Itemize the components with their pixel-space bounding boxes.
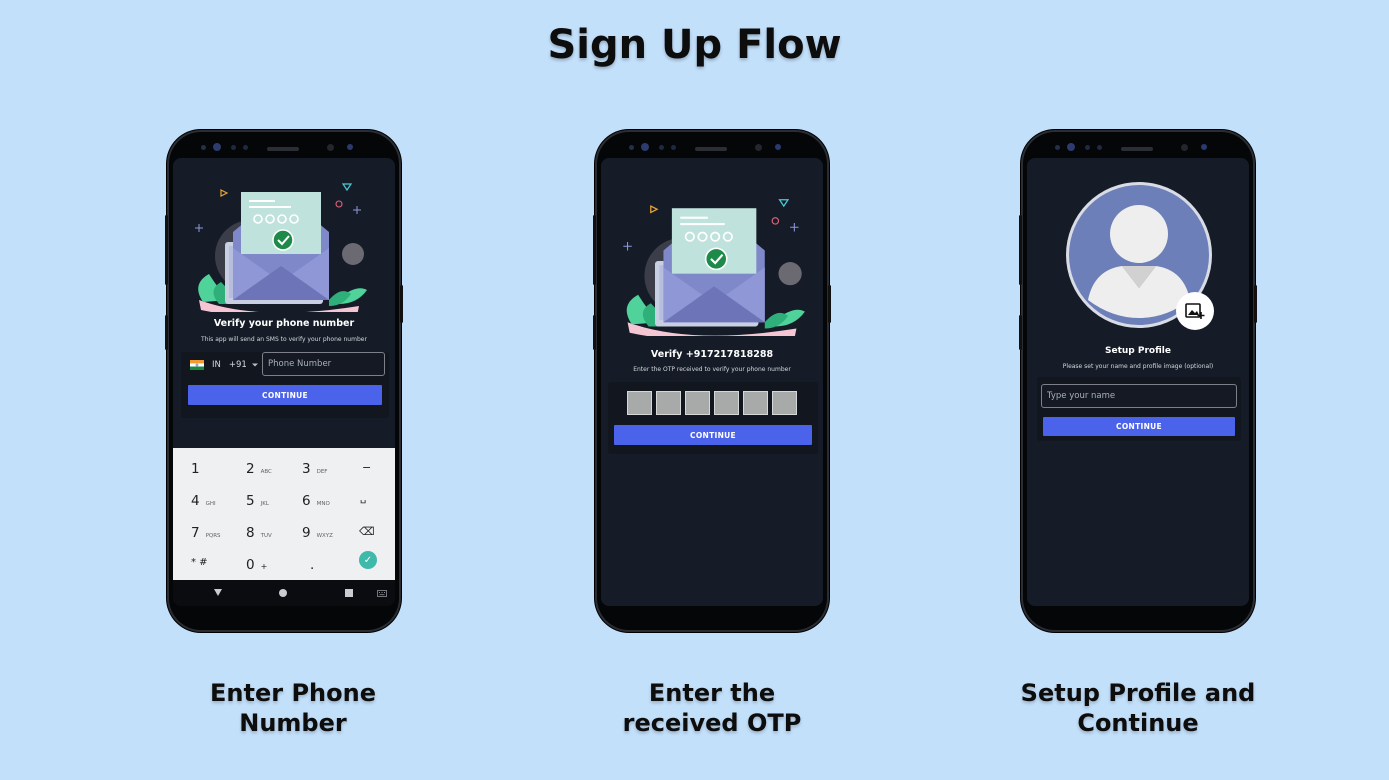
step-caption-profile: Setup Profile and Continue (1020, 679, 1256, 737)
key-space[interactable]: ␣ (360, 493, 366, 504)
phone-frame-otp: Verify +917217818288 Enter the OTP recei… (593, 130, 831, 632)
continue-button[interactable]: CONTINUE (1043, 417, 1235, 436)
checkmark-icon[interactable]: ✓ (359, 551, 377, 569)
nav-recents-icon[interactable] (345, 589, 353, 597)
envelope-illustration (195, 183, 367, 312)
continue-button[interactable]: CONTINUE (614, 425, 812, 445)
nav-back-icon[interactable] (213, 588, 223, 597)
screen-subtext: Enter the OTP received to verify your ph… (633, 366, 791, 373)
otp-cell[interactable] (627, 391, 652, 415)
page-title: Sign Up Flow (547, 22, 842, 68)
key-8[interactable]: 8 TUV (246, 525, 272, 541)
profile-form-card: Type your name CONTINUE (1037, 377, 1241, 441)
otp-cell[interactable] (685, 391, 710, 415)
continue-button[interactable]: CONTINUE (188, 385, 382, 405)
phone-entry-screen: Verify your phone number This app will s… (173, 158, 395, 606)
otp-cell[interactable] (714, 391, 739, 415)
envelope-illustration (623, 199, 805, 336)
system-navbar (173, 580, 395, 606)
key-dot[interactable]: . (310, 557, 314, 573)
otp-cell[interactable] (743, 391, 768, 415)
key-4[interactable]: 4 GHI (191, 493, 216, 509)
otp-screen: Verify +917217818288 Enter the OTP recei… (601, 158, 823, 606)
name-input[interactable]: Type your name (1041, 384, 1237, 408)
screen-heading: Setup Profile (1105, 346, 1171, 356)
key-1[interactable]: 1 (191, 461, 206, 477)
key-2[interactable]: 2 ABC (246, 461, 272, 477)
phone-number-input[interactable]: Phone Number (262, 352, 385, 376)
key-5[interactable]: 5 JKL (246, 493, 269, 509)
phone-form-card: IN +91 Phone Number CONTINUE (181, 352, 389, 418)
screen-subtext: This app will send an SMS to verify your… (201, 336, 367, 343)
key-star-hash[interactable]: * # (191, 557, 208, 568)
chevron-down-icon (251, 363, 258, 367)
nav-home-icon[interactable] (279, 589, 287, 597)
screen-heading: Verify +917217818288 (650, 349, 774, 360)
otp-form-card: CONTINUE (608, 382, 818, 454)
phone-frame-profile: Setup Profile Please set your name and p… (1019, 130, 1257, 632)
key-minus[interactable]: − (362, 461, 371, 474)
key-6[interactable]: 6 MNO (302, 493, 330, 509)
screen-heading: Verify your phone number (213, 318, 355, 329)
backspace-icon[interactable]: ⌫ (359, 525, 375, 538)
key-9[interactable]: 9 WXYZ (302, 525, 333, 541)
india-flag-icon (190, 360, 204, 370)
dial-code: +91 (228, 360, 247, 370)
otp-cell[interactable] (656, 391, 681, 415)
country-code: IN (212, 360, 221, 370)
step-caption-otp: Enter the received OTP (622, 679, 802, 737)
key-0[interactable]: 0 + (246, 557, 267, 573)
step-caption-phone-entry: Enter Phone Number (210, 679, 376, 737)
key-3[interactable]: 3 DEF (302, 461, 327, 477)
key-7[interactable]: 7 PQRS (191, 525, 221, 541)
screen-subtext: Please set your name and profile image (… (1062, 363, 1214, 370)
profile-screen: Setup Profile Please set your name and p… (1027, 158, 1249, 606)
country-picker[interactable]: IN +91 (190, 358, 259, 372)
numeric-keypad: 1 2 ABC 3 DEF − 4 GHI 5 JKL 6 MNO ␣ 7 PQRS 8 TU… (173, 448, 395, 580)
keyboard-icon[interactable] (377, 590, 387, 597)
otp-cell[interactable] (772, 391, 797, 415)
add-photo-icon[interactable] (1176, 292, 1214, 330)
phone-frame-phone-entry: Verify your phone number This app will s… (165, 130, 403, 632)
